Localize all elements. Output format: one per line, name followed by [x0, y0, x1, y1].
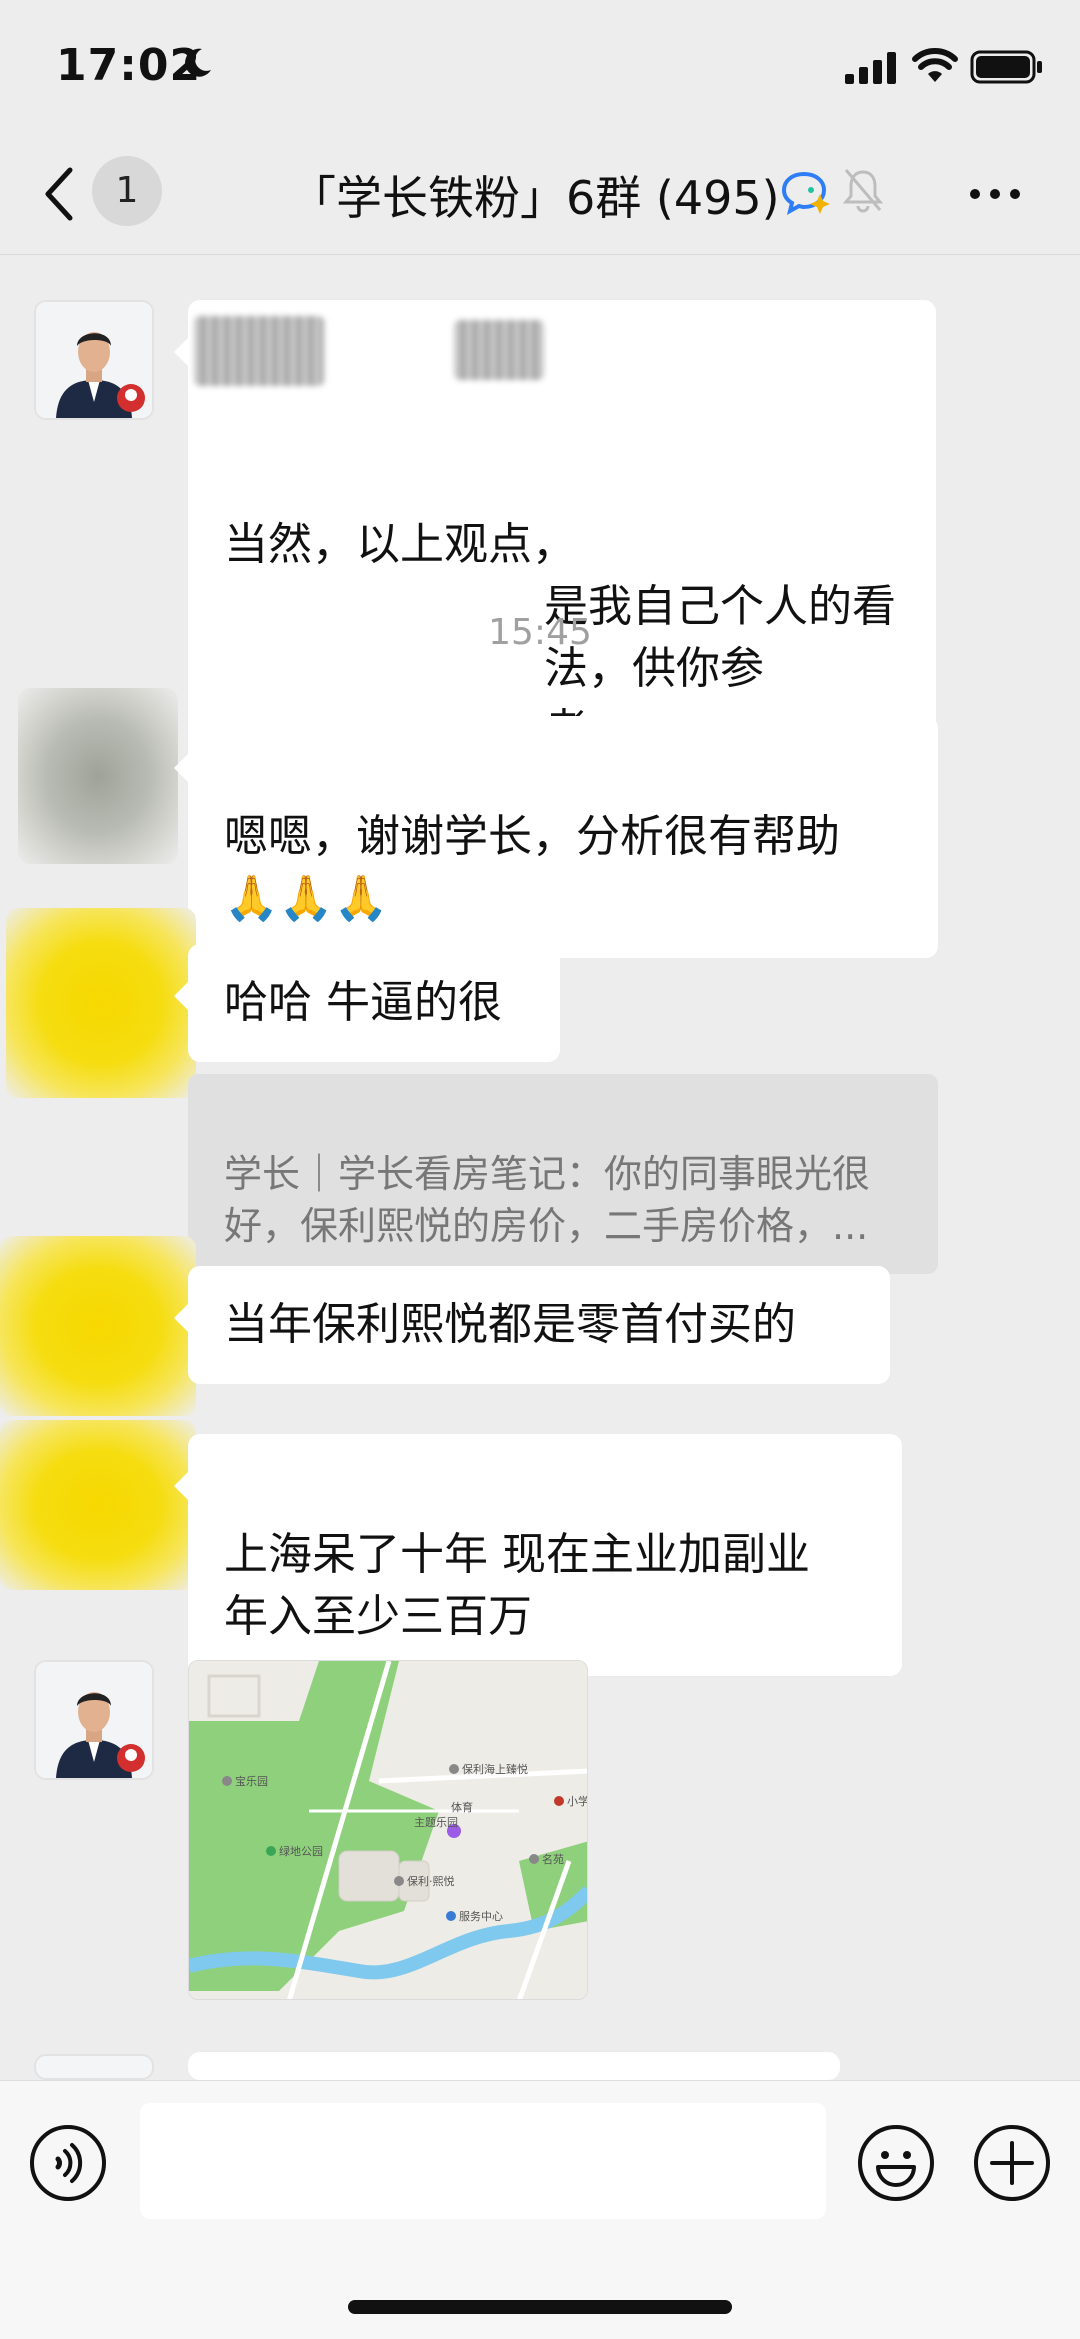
back-button[interactable] [40, 164, 80, 224]
home-indicator[interactable] [348, 2300, 732, 2314]
wifi-icon [912, 48, 958, 82]
map-label: 宝乐园 [235, 1774, 268, 1788]
quoted-message[interactable]: 学长｜学长看房笔记：你的同事眼光很 好，保利熙悦的房价，二手房价格，... [188, 1074, 938, 1274]
unread-count-badge[interactable]: 1 [92, 156, 162, 226]
dot-icon [970, 189, 980, 199]
mute-bell-icon [842, 169, 884, 213]
message-bubble[interactable]: 上海呆了十年 现在主业加副业 年入至少三百万 [174, 1434, 902, 1676]
message-text: 当年保利熙悦都是零首付买的 [224, 1299, 796, 1350]
avatar[interactable] [6, 908, 196, 1098]
map-location-message[interactable]: 宝乐园 保利海上臻悦 主题乐园 绿地公园 保利·熙悦 体育 服务中心 小学 名苑 [188, 1660, 588, 2000]
chat-header: 1 「学长铁粉」6群 (495) [0, 130, 1080, 255]
ai-assistant-icon[interactable] [780, 168, 832, 216]
map-preview: 宝乐园 保利海上臻悦 主题乐园 绿地公园 保利·熙悦 体育 服务中心 小学 名苑 [189, 1661, 588, 1999]
redacted-block [194, 316, 324, 386]
message-text: 嗯嗯，谢谢学长，分析很有帮助 🙏🙏🙏 [224, 811, 840, 924]
time-separator: 15:45 [488, 612, 592, 653]
moon-icon [185, 48, 211, 77]
quote-text: 学长｜学长看房笔记：你的同事眼光很 好，保利熙悦的房价，二手房价格，... [224, 1152, 871, 1248]
person-avatar-icon [36, 302, 152, 418]
signal-icon [845, 52, 896, 84]
map-label: 绿地公园 [279, 1844, 323, 1858]
chat-title: 「学长铁粉」6群 (495) [290, 171, 780, 225]
voice-input-button[interactable] [28, 2123, 108, 2203]
message-bubble[interactable]: 哈哈 牛逼的很 [174, 944, 560, 1062]
dot-icon [1010, 189, 1020, 199]
message-text: 哈哈 牛逼的很 [224, 977, 502, 1028]
message-text: 上海呆了十年 现在主业加副业 年入至少三百万 [224, 1529, 810, 1642]
avatar[interactable] [34, 1660, 154, 1780]
avatar[interactable] [0, 1420, 196, 1590]
more-functions-button[interactable] [972, 2123, 1052, 2203]
map-label: 保利·熙悦 [407, 1874, 455, 1888]
redacted-block [454, 320, 544, 380]
map-label: 小学 [567, 1794, 588, 1808]
battery-icon [970, 50, 1042, 84]
message-bubble[interactable] [174, 2052, 840, 2118]
map-label: 名苑 [542, 1852, 564, 1866]
more-options-button[interactable] [970, 184, 1030, 204]
message-bubble[interactable]: 嗯嗯，谢谢学长，分析很有帮助 🙏🙏🙏 [174, 716, 938, 958]
dot-icon [990, 189, 1000, 199]
person-avatar-icon [36, 1662, 152, 1778]
avatar[interactable] [34, 2054, 154, 2080]
map-label: 主题乐园 [414, 1816, 458, 1829]
emoji-button[interactable] [856, 2123, 936, 2203]
map-label: 保利海上臻悦 [462, 1762, 528, 1776]
message-input[interactable] [140, 2103, 826, 2219]
avatar[interactable] [0, 1236, 196, 1416]
message-bubble[interactable]: 当年保利熙悦都是零首付买的 [174, 1266, 890, 1384]
map-label: 体育 [451, 1800, 473, 1814]
avatar[interactable] [18, 688, 178, 864]
status-bar: 17:02 [0, 0, 1080, 130]
avatar[interactable] [34, 300, 154, 420]
map-label: 服务中心 [459, 1910, 503, 1923]
